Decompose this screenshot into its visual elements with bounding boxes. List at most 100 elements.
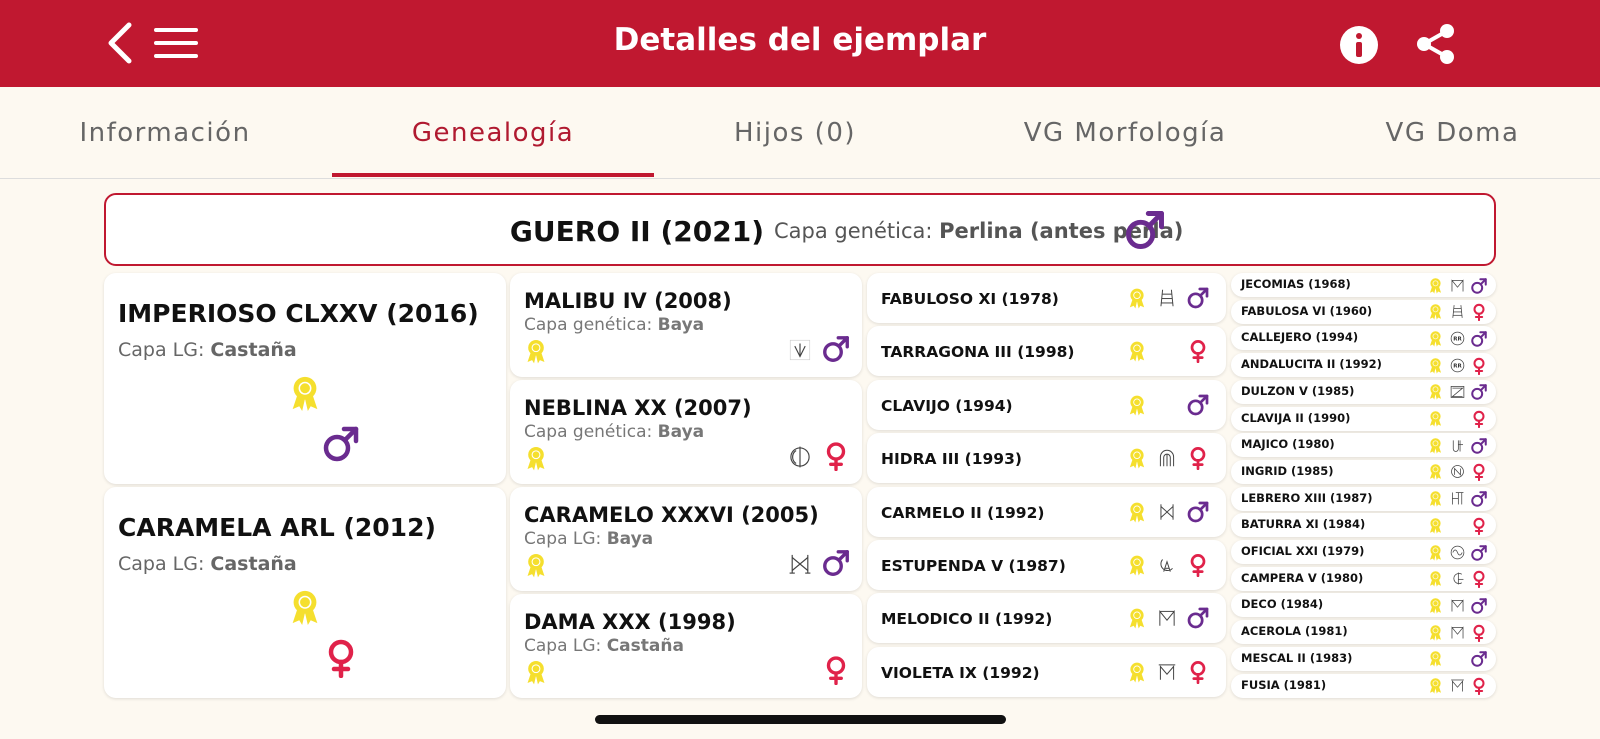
great-great-grandparent-card[interactable]: BATURRA XI (1984): [1231, 513, 1496, 538]
brand-mark-icon: [1448, 436, 1466, 454]
great-great-grandparent-card[interactable]: LEBRERO XIII (1987): [1231, 486, 1496, 511]
great-grandparent-card[interactable]: VIOLETA IX (1992): [867, 646, 1226, 697]
parent-card[interactable]: CARAMELA ARL (2012) Capa LG: Castaña: [104, 487, 506, 698]
capa-label: Capa LG:: [524, 529, 602, 549]
award-ribbon-icon: [1125, 553, 1149, 577]
brand-mark-icon: [1155, 660, 1179, 684]
capa-label: Capa LG:: [118, 553, 205, 575]
tab-hijos[interactable]: Hijos (0): [680, 87, 910, 179]
great-great-grandparent-card[interactable]: FABULOSA VI (1960): [1231, 299, 1496, 324]
male-symbol-icon: [1469, 383, 1488, 402]
female-symbol-icon: [1469, 677, 1488, 696]
award-ribbon-icon: [1426, 623, 1444, 641]
great-great-grandparent-card[interactable]: DULZON V (1985): [1231, 379, 1496, 404]
male-symbol-icon: [320, 423, 362, 465]
award-ribbon-icon: [522, 337, 550, 365]
ancestor-name: MESCAL II (1983): [1241, 650, 1353, 665]
great-great-grandparent-card[interactable]: FUSIA (1981): [1231, 673, 1496, 698]
ancestor-name: CALLEJERO (1994): [1241, 330, 1359, 345]
great-grandparent-card[interactable]: CARMELO II (1992): [867, 486, 1226, 537]
great-great-grandparent-card[interactable]: MESCAL II (1983): [1231, 646, 1496, 671]
brand-mark-icon: RR: [1448, 329, 1466, 347]
award-ribbon-icon: [1426, 356, 1444, 374]
grandparent-card[interactable]: NEBLINA XX (2007) Capa genética: Baya: [510, 380, 862, 484]
ancestor-name: MALIBU IV (2008): [524, 289, 732, 313]
male-symbol-icon: [1469, 329, 1488, 348]
grandparent-card[interactable]: CARAMELO XXXVI (2005) Capa LG: Baya: [510, 487, 862, 591]
female-symbol-icon: [1469, 410, 1488, 429]
ancestor-name: INGRID (1985): [1241, 463, 1334, 478]
great-great-grandparent-card[interactable]: CLAVIJA II (1990): [1231, 406, 1496, 431]
female-symbol-icon: [820, 654, 852, 686]
award-ribbon-icon: [522, 551, 550, 579]
ancestor-name: MELODICO II (1992): [881, 610, 1053, 629]
great-great-grandparent-card[interactable]: MAJICO (1980): [1231, 433, 1496, 458]
great-grandparent-card[interactable]: FABULOSO XI (1978): [867, 273, 1226, 323]
great-grandparent-card[interactable]: CLAVIJO (1994): [867, 379, 1226, 430]
great-grandparent-card[interactable]: HIDRA III (1993): [867, 433, 1226, 484]
great-grandparent-card[interactable]: ESTUPENDA V (1987): [867, 540, 1226, 590]
male-symbol-icon: [820, 547, 852, 579]
great-great-grandparent-card[interactable]: JECOMIAS (1968): [1231, 273, 1496, 297]
capa-value: Castaña: [210, 339, 297, 361]
great-great-grandparent-card[interactable]: OFICIAL XXI (1979): [1231, 540, 1496, 564]
ancestor-name: BATURRA XI (1984): [1241, 517, 1366, 532]
male-symbol-icon: [1122, 207, 1168, 253]
brand-mark-icon: [1448, 303, 1466, 321]
tab-vg-morfologia[interactable]: VG Morfología: [990, 87, 1260, 179]
female-symbol-icon: [1185, 338, 1211, 364]
brand-mark-icon: [786, 443, 814, 471]
ancestor-name: DECO (1984): [1241, 597, 1324, 612]
ancestor-name: CARAMELA ARL (2012): [118, 513, 436, 542]
ancestor-name: JECOMIAS (1968): [1241, 277, 1351, 291]
capa-text: Capa genética: Baya: [524, 315, 704, 335]
info-icon[interactable]: [1338, 24, 1380, 66]
tab-informacion[interactable]: Información: [50, 87, 280, 179]
great-great-grandparent-card[interactable]: CALLEJERO (1994) RR: [1231, 326, 1496, 351]
capa-value: Baya: [606, 529, 654, 549]
great-great-grandparent-card[interactable]: ACEROLA (1981): [1231, 620, 1496, 645]
brand-mark-icon: [1155, 553, 1179, 577]
award-ribbon-icon: [1426, 329, 1444, 347]
grandparent-card[interactable]: DAMA XXX (1998) Capa LG: Castaña: [510, 594, 862, 698]
grandparent-card[interactable]: MALIBU IV (2008) Capa genética: Baya: [510, 273, 862, 377]
female-symbol-icon: [1185, 445, 1211, 471]
award-ribbon-icon: [1426, 543, 1444, 561]
svg-text:RR: RR: [1453, 363, 1462, 369]
ancestor-name: ESTUPENDA V (1987): [881, 557, 1066, 575]
brand-mark-icon: [786, 336, 814, 364]
capa-label: Capa genética:: [524, 315, 653, 335]
brand-mark-icon: [1448, 596, 1466, 614]
tab-genealogia[interactable]: Genealogía: [332, 87, 654, 179]
parent-card[interactable]: IMPERIOSO CLXXV (2016) Capa LG: Castaña: [104, 273, 506, 484]
award-ribbon-icon: [1426, 650, 1444, 668]
award-ribbon-icon: [1125, 660, 1149, 684]
brand-mark-icon: [1155, 500, 1179, 524]
great-grandparent-card[interactable]: TARRAGONA III (1998): [867, 326, 1226, 377]
female-symbol-icon: [1469, 516, 1488, 535]
ancestor-name: OFICIAL XXI (1979): [1241, 544, 1365, 558]
female-symbol-icon: [1185, 552, 1211, 578]
brand-mark-icon: [1448, 490, 1466, 508]
ancestor-name: CLAVIJO (1994): [881, 396, 1013, 415]
subject-name: GUERO II (2021): [509, 215, 764, 248]
great-grandparent-card[interactable]: MELODICO II (1992): [867, 593, 1226, 644]
svg-text:RR: RR: [1453, 337, 1462, 343]
tab-vg-doma[interactable]: VG Doma: [1360, 87, 1545, 179]
brand-mark-icon: [1155, 606, 1179, 630]
ancestor-name: VIOLETA IX (1992): [881, 663, 1040, 682]
great-great-grandparent-card[interactable]: INGRID (1985): [1231, 459, 1496, 484]
ancestor-name: DULZON V (1985): [1241, 383, 1355, 398]
capa-label: Capa LG:: [524, 636, 602, 656]
female-symbol-icon: [820, 440, 852, 472]
great-great-grandparent-card[interactable]: DECO (1984): [1231, 593, 1496, 618]
great-great-grandparent-card[interactable]: ANDALUCITA II (1992) RR: [1231, 353, 1496, 378]
share-icon[interactable]: [1414, 22, 1458, 66]
great-great-grandparent-card[interactable]: CAMPERA V (1980): [1231, 566, 1496, 591]
male-symbol-icon: [1469, 543, 1488, 562]
brand-mark-icon: [1448, 276, 1466, 294]
award-ribbon-icon: [522, 444, 550, 472]
capa-label: Capa genética:: [524, 422, 653, 442]
award-ribbon-icon: [285, 373, 325, 413]
capa-value: Baya: [657, 422, 705, 442]
